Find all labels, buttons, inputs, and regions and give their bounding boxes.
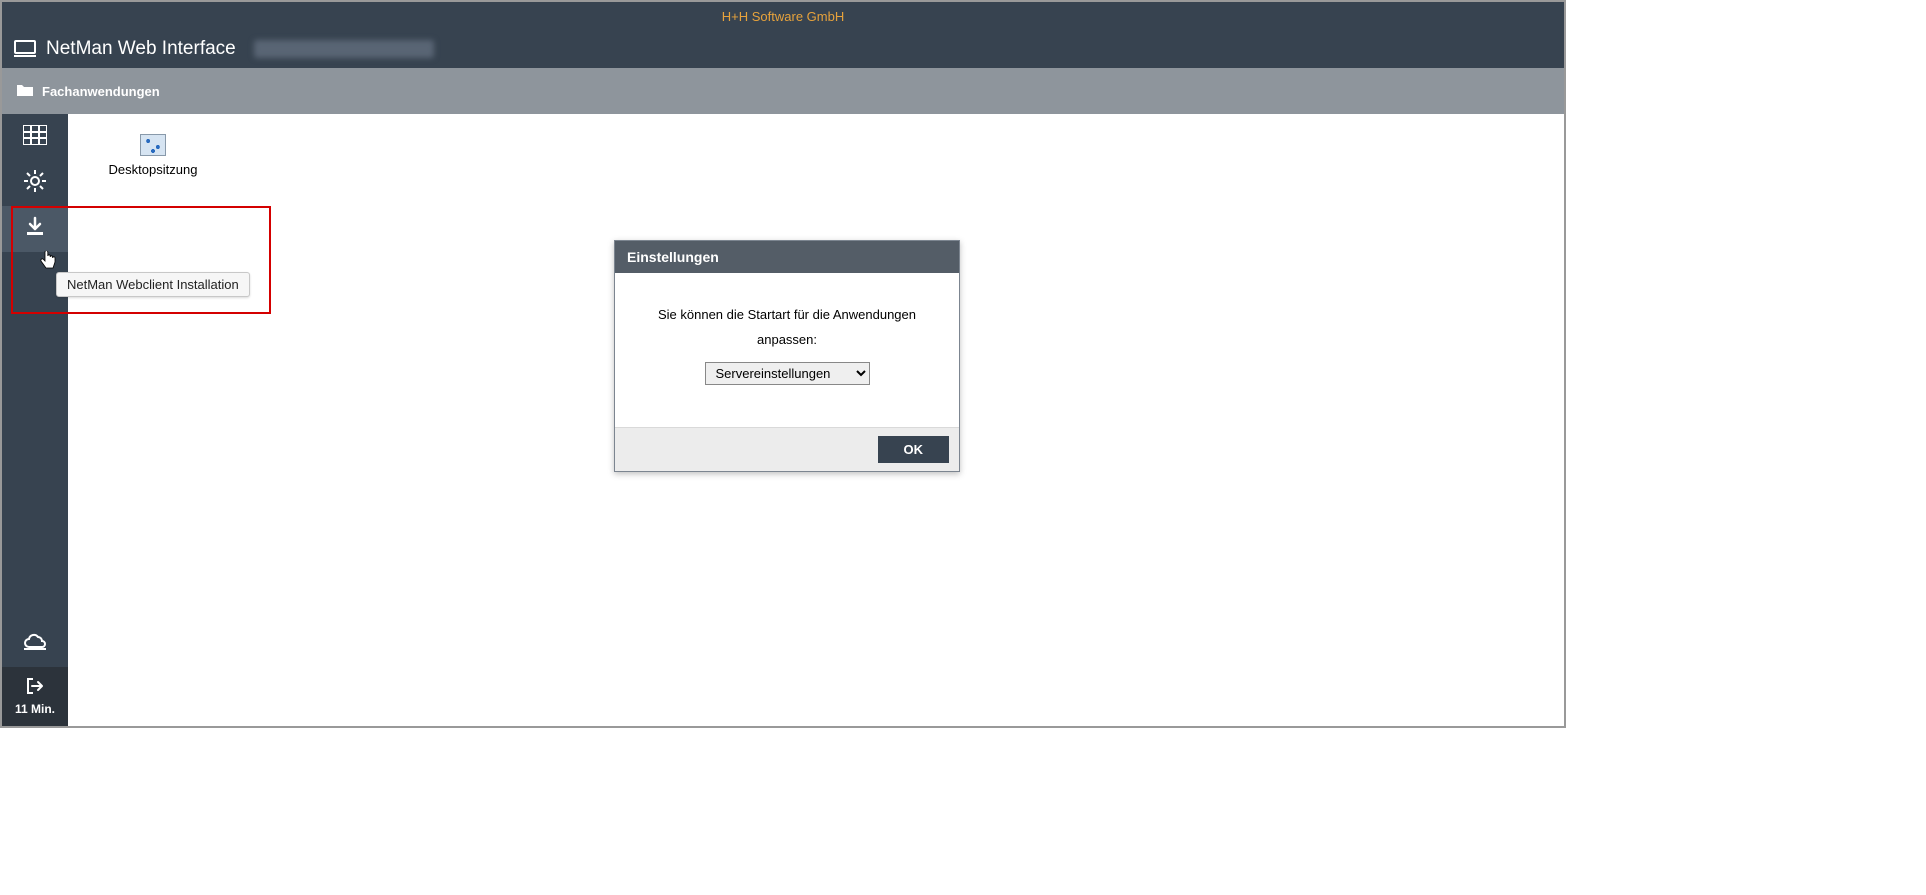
sidebar-item-grid[interactable] bbox=[2, 114, 68, 160]
dialog-body: Sie können die Startart für die Anwendun… bbox=[615, 273, 959, 427]
gear-icon bbox=[23, 169, 47, 198]
titlebar: NetMan Web Interface bbox=[2, 30, 1564, 68]
desktop-session-icon bbox=[140, 134, 166, 156]
dialog-title: Einstellungen bbox=[615, 241, 959, 273]
company-banner: H+H Software GmbH bbox=[2, 2, 1564, 30]
sidebar: 11 Min. bbox=[2, 114, 68, 726]
app-tile-label: Desktopsitzung bbox=[109, 162, 198, 177]
logout-icon bbox=[26, 677, 44, 698]
download-icon bbox=[24, 216, 46, 243]
dialog-text-line1: Sie können die Startart für die Anwendun… bbox=[635, 303, 939, 328]
app-tile-desktopsession[interactable]: Desktopsitzung bbox=[98, 134, 208, 177]
sidebar-item-download[interactable] bbox=[2, 206, 68, 252]
breadcrumb-bar: Fachanwendungen bbox=[2, 68, 1564, 114]
company-name: H+H Software GmbH bbox=[722, 9, 844, 24]
timeout-label: 11 Min. bbox=[15, 702, 55, 716]
redacted-hostname bbox=[254, 40, 434, 58]
breadcrumb-label: Fachanwendungen bbox=[42, 84, 160, 99]
app-title: NetMan Web Interface bbox=[46, 38, 236, 60]
settings-dialog: Einstellungen Sie können die Startart fü… bbox=[614, 240, 960, 472]
grid-icon bbox=[23, 125, 47, 150]
sidebar-logout[interactable]: 11 Min. bbox=[2, 667, 68, 726]
folder-icon bbox=[16, 83, 34, 100]
dialog-footer: OK bbox=[615, 427, 959, 471]
monitor-icon bbox=[14, 40, 36, 58]
startmode-select[interactable]: Servereinstellungen bbox=[705, 362, 870, 385]
sidebar-item-settings[interactable] bbox=[2, 160, 68, 206]
sidebar-item-cloud[interactable] bbox=[2, 621, 68, 667]
cloud-icon bbox=[22, 633, 48, 656]
app-frame: H+H Software GmbH NetMan Web Interface F… bbox=[0, 0, 1566, 728]
ok-button[interactable]: OK bbox=[878, 436, 950, 463]
tooltip-text: NetMan Webclient Installation bbox=[67, 277, 239, 292]
tooltip-webclient-install: NetMan Webclient Installation bbox=[56, 272, 250, 297]
dialog-text-line2: anpassen: bbox=[635, 328, 939, 353]
